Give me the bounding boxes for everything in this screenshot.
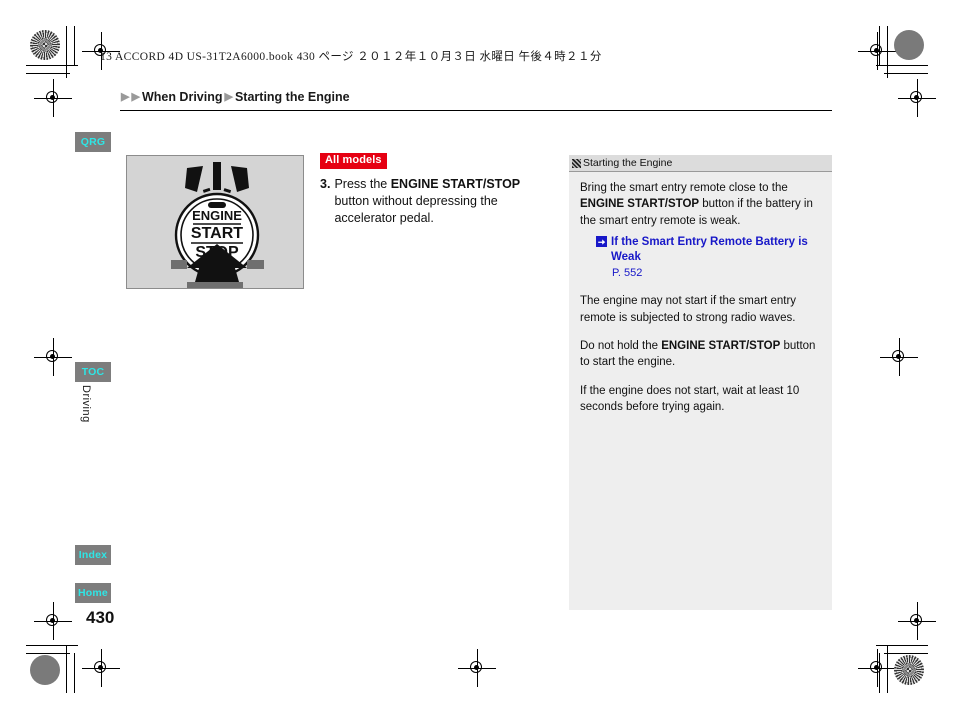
sidebar-tab-qrg[interactable]: QRG — [75, 132, 111, 152]
registration-mark — [898, 602, 936, 640]
chapter-label: Driving — [80, 385, 92, 423]
note-p1-a: Bring the smart entry remote close to th… — [580, 182, 788, 194]
crop-mark — [884, 653, 928, 654]
halftone-swatch — [894, 655, 924, 685]
triangle-icon: ▶ — [224, 90, 233, 103]
crop-mark — [26, 645, 78, 646]
book-imprint-line: 13 ACCORD 4D US-31T2A6000.book 430 ページ ２… — [100, 51, 602, 63]
crop-mark — [66, 645, 67, 693]
all-models-badge: All models — [320, 153, 387, 169]
crop-mark — [26, 653, 70, 654]
start-button-drawing: ENGINE START STOP — [171, 162, 264, 288]
main-content-column: All models 3. Press the ENGINE START/STO… — [320, 150, 552, 227]
instruction-step-3: 3. Press the ENGINE START/STOP button wi… — [320, 176, 552, 228]
note-paragraph-4: If the engine does not start, wait at le… — [580, 384, 800, 414]
breadcrumb: ▶ ▶ When Driving ▶ Starting the Engine — [120, 90, 351, 104]
crop-mark — [26, 73, 70, 74]
density-swatch — [894, 30, 924, 60]
crop-mark — [74, 26, 75, 66]
cross-reference-link[interactable]: If the Smart Entry Remote Battery is Wea… — [596, 235, 821, 265]
sidebar-tab-home[interactable]: Home — [75, 583, 111, 603]
note-paragraph-3: Do not hold the ENGINE START/STOP button… — [580, 338, 821, 371]
side-note-body: Bring the smart entry remote close to th… — [569, 172, 832, 415]
note-p3-a: Do not hold the — [580, 340, 662, 353]
header-divider — [120, 110, 832, 111]
registration-mark — [858, 649, 896, 687]
registration-mark — [880, 338, 918, 376]
density-swatch — [30, 655, 60, 685]
registration-mark — [898, 79, 936, 117]
side-note-panel: Starting the Engine Bring the smart entr… — [569, 155, 832, 610]
svg-text:ENGINE: ENGINE — [192, 208, 242, 223]
registration-mark — [858, 32, 896, 70]
side-note-header: Starting the Engine — [569, 155, 832, 172]
step-text-b: button without depressing the accelerato… — [334, 193, 498, 226]
side-note-title: Starting the Engine — [583, 157, 673, 169]
triangle-icon: ▶ — [121, 90, 130, 103]
halftone-swatch — [30, 30, 60, 60]
note-p1-bold: ENGINE START/STOP — [580, 198, 700, 211]
breadcrumb-item-starting-the-engine[interactable]: Starting the Engine — [235, 90, 350, 104]
crop-mark — [26, 65, 78, 66]
jump-arrow-icon — [596, 235, 607, 247]
step-text-a: Press the — [334, 176, 391, 191]
cross-reference-page[interactable]: P. 552 — [612, 266, 821, 282]
crop-mark — [876, 645, 928, 646]
engine-start-stop-button-illustration: ENGINE START STOP — [126, 155, 304, 289]
note-marker-icon — [572, 158, 581, 168]
step-text-bold: ENGINE START/STOP — [390, 176, 521, 191]
registration-mark — [34, 79, 72, 117]
breadcrumb-item-when-driving[interactable]: When Driving — [142, 90, 223, 104]
registration-mark — [82, 649, 120, 687]
registration-mark — [458, 649, 496, 687]
step-number: 3. — [320, 176, 331, 191]
sidebar-tab-index[interactable]: Index — [75, 545, 111, 565]
sidebar-tab-toc[interactable]: TOC — [75, 362, 111, 382]
crop-mark — [876, 65, 928, 66]
crop-mark — [884, 73, 928, 74]
crop-mark — [74, 653, 75, 693]
cross-reference-label[interactable]: If the Smart Entry Remote Battery is Wea… — [611, 235, 821, 265]
note-p3-bold: ENGINE START/STOP — [661, 340, 781, 353]
step-text: Press the ENGINE START/STOP button witho… — [334, 176, 552, 228]
note-paragraph-2: The engine may not start if the smart en… — [580, 295, 797, 324]
registration-mark — [34, 338, 72, 376]
page-number: 430 — [86, 608, 115, 627]
triangle-icon: ▶ — [131, 90, 140, 103]
svg-text:START: START — [191, 225, 243, 242]
note-paragraph-1: Bring the smart entry remote close to th… — [580, 180, 821, 229]
cross-reference[interactable]: If the Smart Entry Remote Battery is Wea… — [596, 235, 821, 281]
crop-mark — [66, 26, 67, 78]
registration-mark — [34, 602, 72, 640]
